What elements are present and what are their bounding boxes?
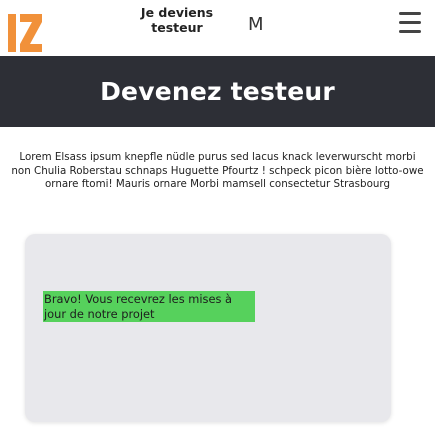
- hamburger-icon[interactable]: [399, 12, 421, 36]
- intro-paragraph: Lorem Elsass ipsum knepfle nüdle purus s…: [11, 151, 424, 190]
- hero-banner: Devenez testeur: [0, 56, 435, 127]
- become-tester-line-2: testeur: [151, 20, 203, 35]
- site-header: Je deviens testeur M: [0, 0, 435, 56]
- page-title: Devenez testeur: [100, 77, 335, 106]
- signup-card: Bravo! Vous recevrez les mises à jour de…: [25, 234, 391, 422]
- become-tester-line-1: Je deviens: [140, 5, 214, 20]
- site-logo[interactable]: [4, 2, 44, 52]
- become-tester-link[interactable]: Je deviens testeur: [122, 5, 232, 35]
- success-message: Bravo! Vous recevrez les mises à jour de…: [43, 291, 255, 322]
- header-m-link[interactable]: M: [248, 14, 264, 35]
